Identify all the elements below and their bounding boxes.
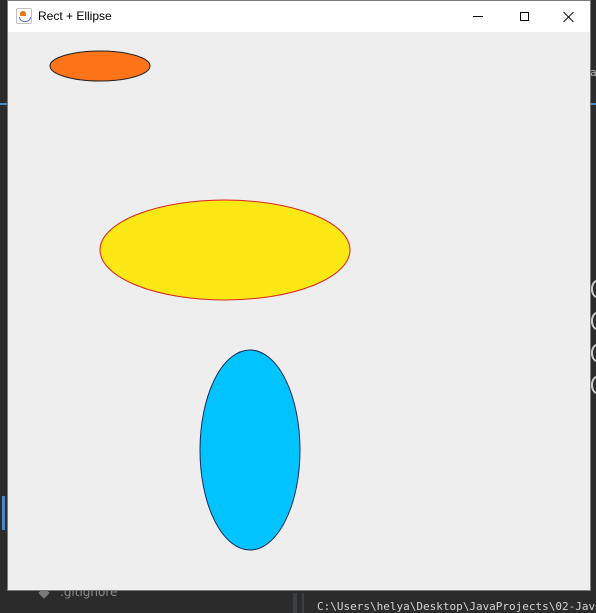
shapes-svg bbox=[49, 50, 351, 551]
window-titlebar[interactable]: Rect + Ellipse bbox=[8, 1, 590, 32]
minimize-icon bbox=[473, 16, 483, 17]
blue-ellipse bbox=[199, 349, 301, 551]
close-button[interactable] bbox=[546, 1, 592, 32]
close-icon bbox=[563, 11, 575, 23]
yellow-ellipse bbox=[99, 199, 351, 301]
ide-panel-divider-2 bbox=[302, 593, 304, 613]
gutter-circle-icon bbox=[591, 280, 596, 298]
ide-terminal-line[interactable]: C:\Users\helya\Desktop\JavaProjects\02-J… bbox=[317, 600, 596, 613]
maximize-icon bbox=[519, 12, 529, 21]
gutter-circle-icon bbox=[591, 376, 596, 394]
ide-panel-divider[interactable] bbox=[293, 593, 297, 613]
gutter-circle-icon bbox=[591, 312, 596, 330]
java-icon[interactable] bbox=[16, 8, 32, 24]
orange-ellipse bbox=[49, 50, 151, 82]
gutter-circle-icon bbox=[591, 344, 596, 362]
app-window: Rect + Ellipse bbox=[7, 0, 591, 591]
window-title: Rect + Ellipse bbox=[38, 9, 112, 23]
minimize-button[interactable] bbox=[455, 1, 501, 32]
drawing-canvas bbox=[8, 32, 590, 590]
maximize-button[interactable] bbox=[501, 1, 547, 32]
ide-selection-accent bbox=[2, 496, 5, 530]
ide-gutter-icons bbox=[591, 280, 596, 394]
